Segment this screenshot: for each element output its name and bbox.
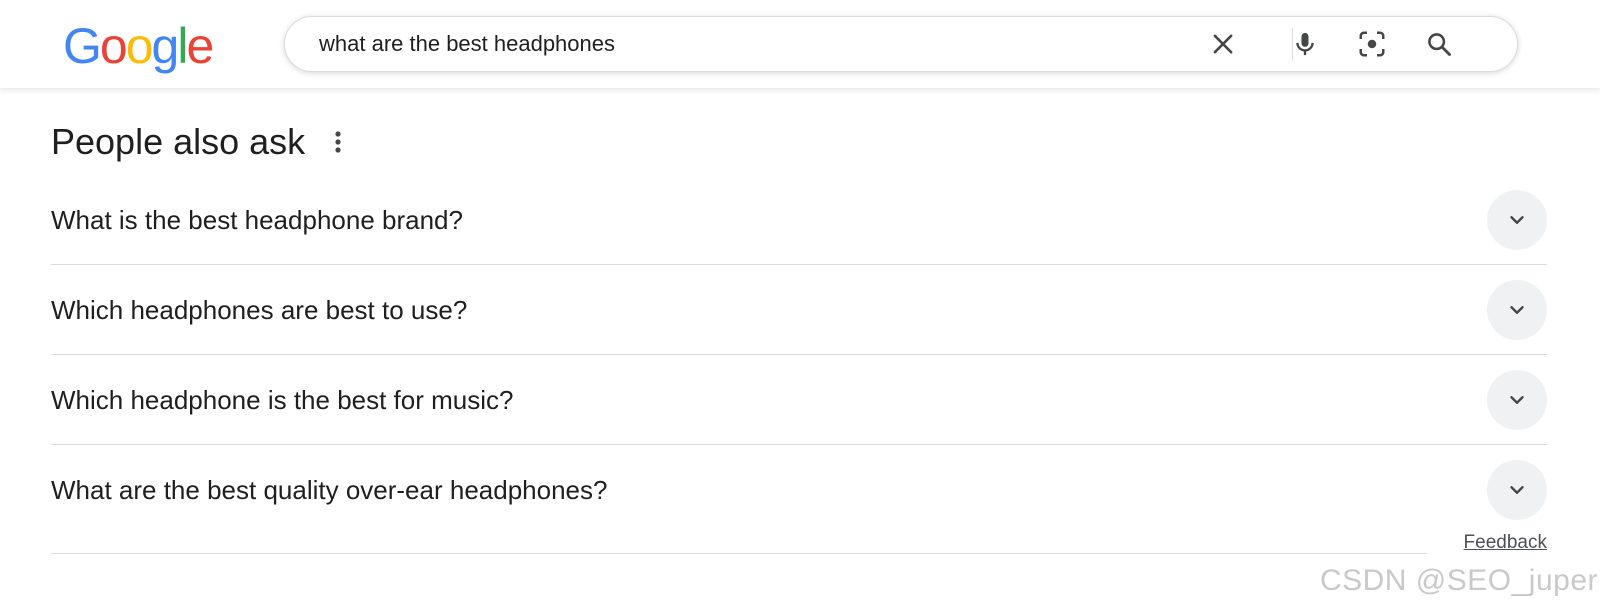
section-divider <box>51 553 1427 554</box>
lens-icon[interactable] <box>1354 26 1390 62</box>
feedback-link[interactable]: Feedback <box>1464 532 1547 554</box>
paa-question-text: What is the best headphone brand? <box>51 205 463 235</box>
search-input[interactable] <box>319 17 1179 71</box>
paa-question-item[interactable]: Which headphone is the best for music? <box>51 355 1547 445</box>
logo-letter: g <box>151 18 180 74</box>
logo-letter: G <box>63 18 102 74</box>
paa-question-item[interactable]: What are the best quality over-ear headp… <box>51 445 1547 535</box>
chevron-down-icon[interactable] <box>1487 280 1547 340</box>
logo-letter: o <box>125 18 154 74</box>
logo-letter: e <box>186 18 214 74</box>
paa-title: People also ask <box>51 121 306 162</box>
more-vert-icon[interactable] <box>326 126 350 158</box>
paa-question-item[interactable]: What is the best headphone brand? <box>51 175 1547 265</box>
logo-letter: o <box>99 18 128 74</box>
chevron-down-icon[interactable] <box>1487 460 1547 520</box>
header: Google <box>0 0 1600 88</box>
paa-question-text: Which headphone is the best for music? <box>51 385 514 415</box>
chevron-down-icon[interactable] <box>1487 190 1547 250</box>
logo-letter: l <box>177 18 188 74</box>
close-icon[interactable] <box>1205 26 1241 62</box>
google-logo[interactable]: Google <box>63 18 214 74</box>
search-icon[interactable] <box>1421 26 1457 62</box>
microphone-icon[interactable] <box>1287 26 1323 62</box>
paa-question-text: Which headphones are best to use? <box>51 295 468 325</box>
paa-question-item[interactable]: Which headphones are best to use? <box>51 265 1547 355</box>
watermark: CSDN @SEO_juper <box>1319 564 1598 597</box>
search-box <box>284 16 1518 72</box>
paa-question-text: What are the best quality over-ear headp… <box>51 475 608 505</box>
chevron-down-icon[interactable] <box>1487 370 1547 430</box>
